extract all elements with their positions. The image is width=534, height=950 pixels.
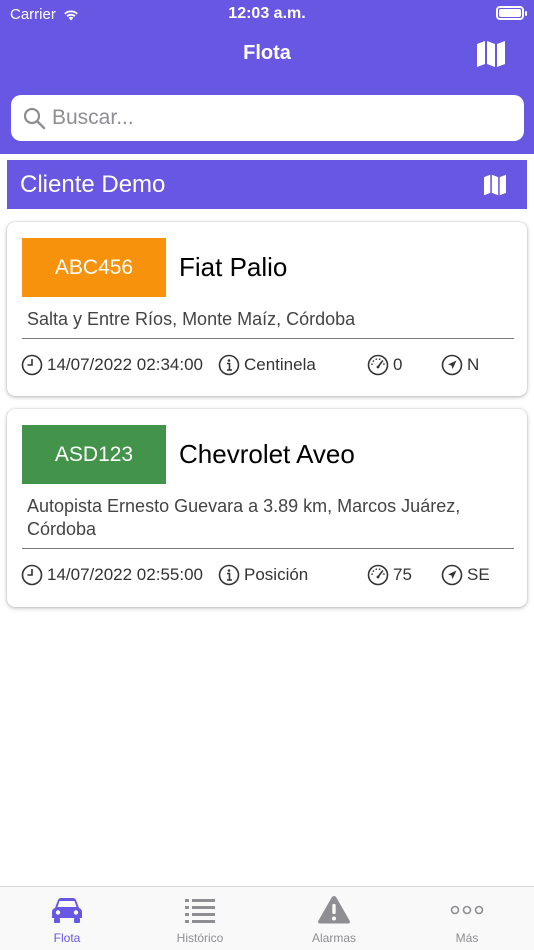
tab-label: Histórico <box>176 931 224 945</box>
info-icon <box>218 354 240 376</box>
more-icon <box>450 905 484 915</box>
clock-icon <box>21 564 43 586</box>
tab-flota[interactable]: Flota <box>17 895 117 945</box>
speed-text: 0 <box>393 355 403 374</box>
plate-badge: ASD123 <box>22 425 166 484</box>
speed: 0 <box>367 352 402 378</box>
info-icon <box>218 564 240 586</box>
event: Centinela <box>218 352 316 378</box>
status-time: 12:03 a.m. <box>228 5 306 22</box>
tab-alarmas[interactable]: Alarmas <box>284 895 384 945</box>
tab-label: Más <box>455 931 479 945</box>
group-header: Cliente Demo <box>7 160 527 209</box>
search-bar[interactable] <box>11 95 524 141</box>
group-title: Cliente Demo <box>20 170 166 198</box>
timestamp: 14/07/2022 02:55:00 <box>21 562 203 588</box>
tab-mas[interactable]: Más <box>417 895 517 945</box>
warning-icon <box>318 896 350 924</box>
vehicle-name: Fiat Palio <box>179 252 288 282</box>
tab-label: Alarmas <box>311 931 356 945</box>
direction: N <box>441 352 479 378</box>
list-icon <box>185 899 215 923</box>
event: Posición <box>218 562 308 588</box>
timestamp: 14/07/2022 02:34:00 <box>21 352 203 378</box>
vehicle-meta: 14/07/2022 02:55:00 Posición 75 SE <box>21 562 517 588</box>
map-icon[interactable] <box>483 174 507 196</box>
clock-icon <box>21 354 43 376</box>
direction-text: SE <box>467 565 490 584</box>
search-icon <box>23 107 46 130</box>
vehicle-card[interactable]: ABC456 Fiat Palio Salta y Entre Ríos, Mo… <box>7 222 527 396</box>
tab-historico[interactable]: Histórico <box>150 895 250 945</box>
car-icon <box>52 898 82 923</box>
vehicle-meta: 14/07/2022 02:34:00 Centinela 0 N <box>21 352 517 378</box>
speed-text: 75 <box>393 565 412 584</box>
vehicle-name: Chevrolet Aveo <box>179 439 355 469</box>
plate-badge: ABC456 <box>22 238 166 297</box>
divider <box>22 338 514 339</box>
event-text: Posición <box>244 565 309 584</box>
navigation-arrow-icon <box>441 354 463 376</box>
map-icon[interactable] <box>476 40 506 68</box>
vehicle-address: Autopista Ernesto Guevara a 3.89 km, Mar… <box>27 496 461 539</box>
tab-label: Flota <box>53 931 81 945</box>
speedometer-icon <box>367 354 389 376</box>
speedometer-icon <box>367 564 389 586</box>
direction: SE <box>441 562 490 588</box>
divider <box>22 548 514 549</box>
battery-icon <box>496 6 527 20</box>
vehicle-address: Salta y Entre Ríos, Monte Maíz, Córdoba <box>27 309 356 329</box>
vehicle-card[interactable]: ASD123 Chevrolet Aveo Autopista Ernesto … <box>7 409 527 607</box>
search-input[interactable] <box>52 106 492 130</box>
top-bar: Carrier 12:03 a.m. Flota <box>0 0 534 154</box>
status-bar: Carrier 12:03 a.m. <box>0 0 534 28</box>
speed: 75 <box>367 562 412 588</box>
tab-bar: Flota Histórico Alarmas Más <box>0 886 534 950</box>
timestamp-text: 14/07/2022 02:34:00 <box>47 355 203 374</box>
navigation-arrow-icon <box>441 564 463 586</box>
timestamp-text: 14/07/2022 02:55:00 <box>47 565 203 584</box>
event-text: Centinela <box>244 355 316 374</box>
direction-text: N <box>467 355 480 374</box>
page-title: Flota <box>243 42 291 64</box>
